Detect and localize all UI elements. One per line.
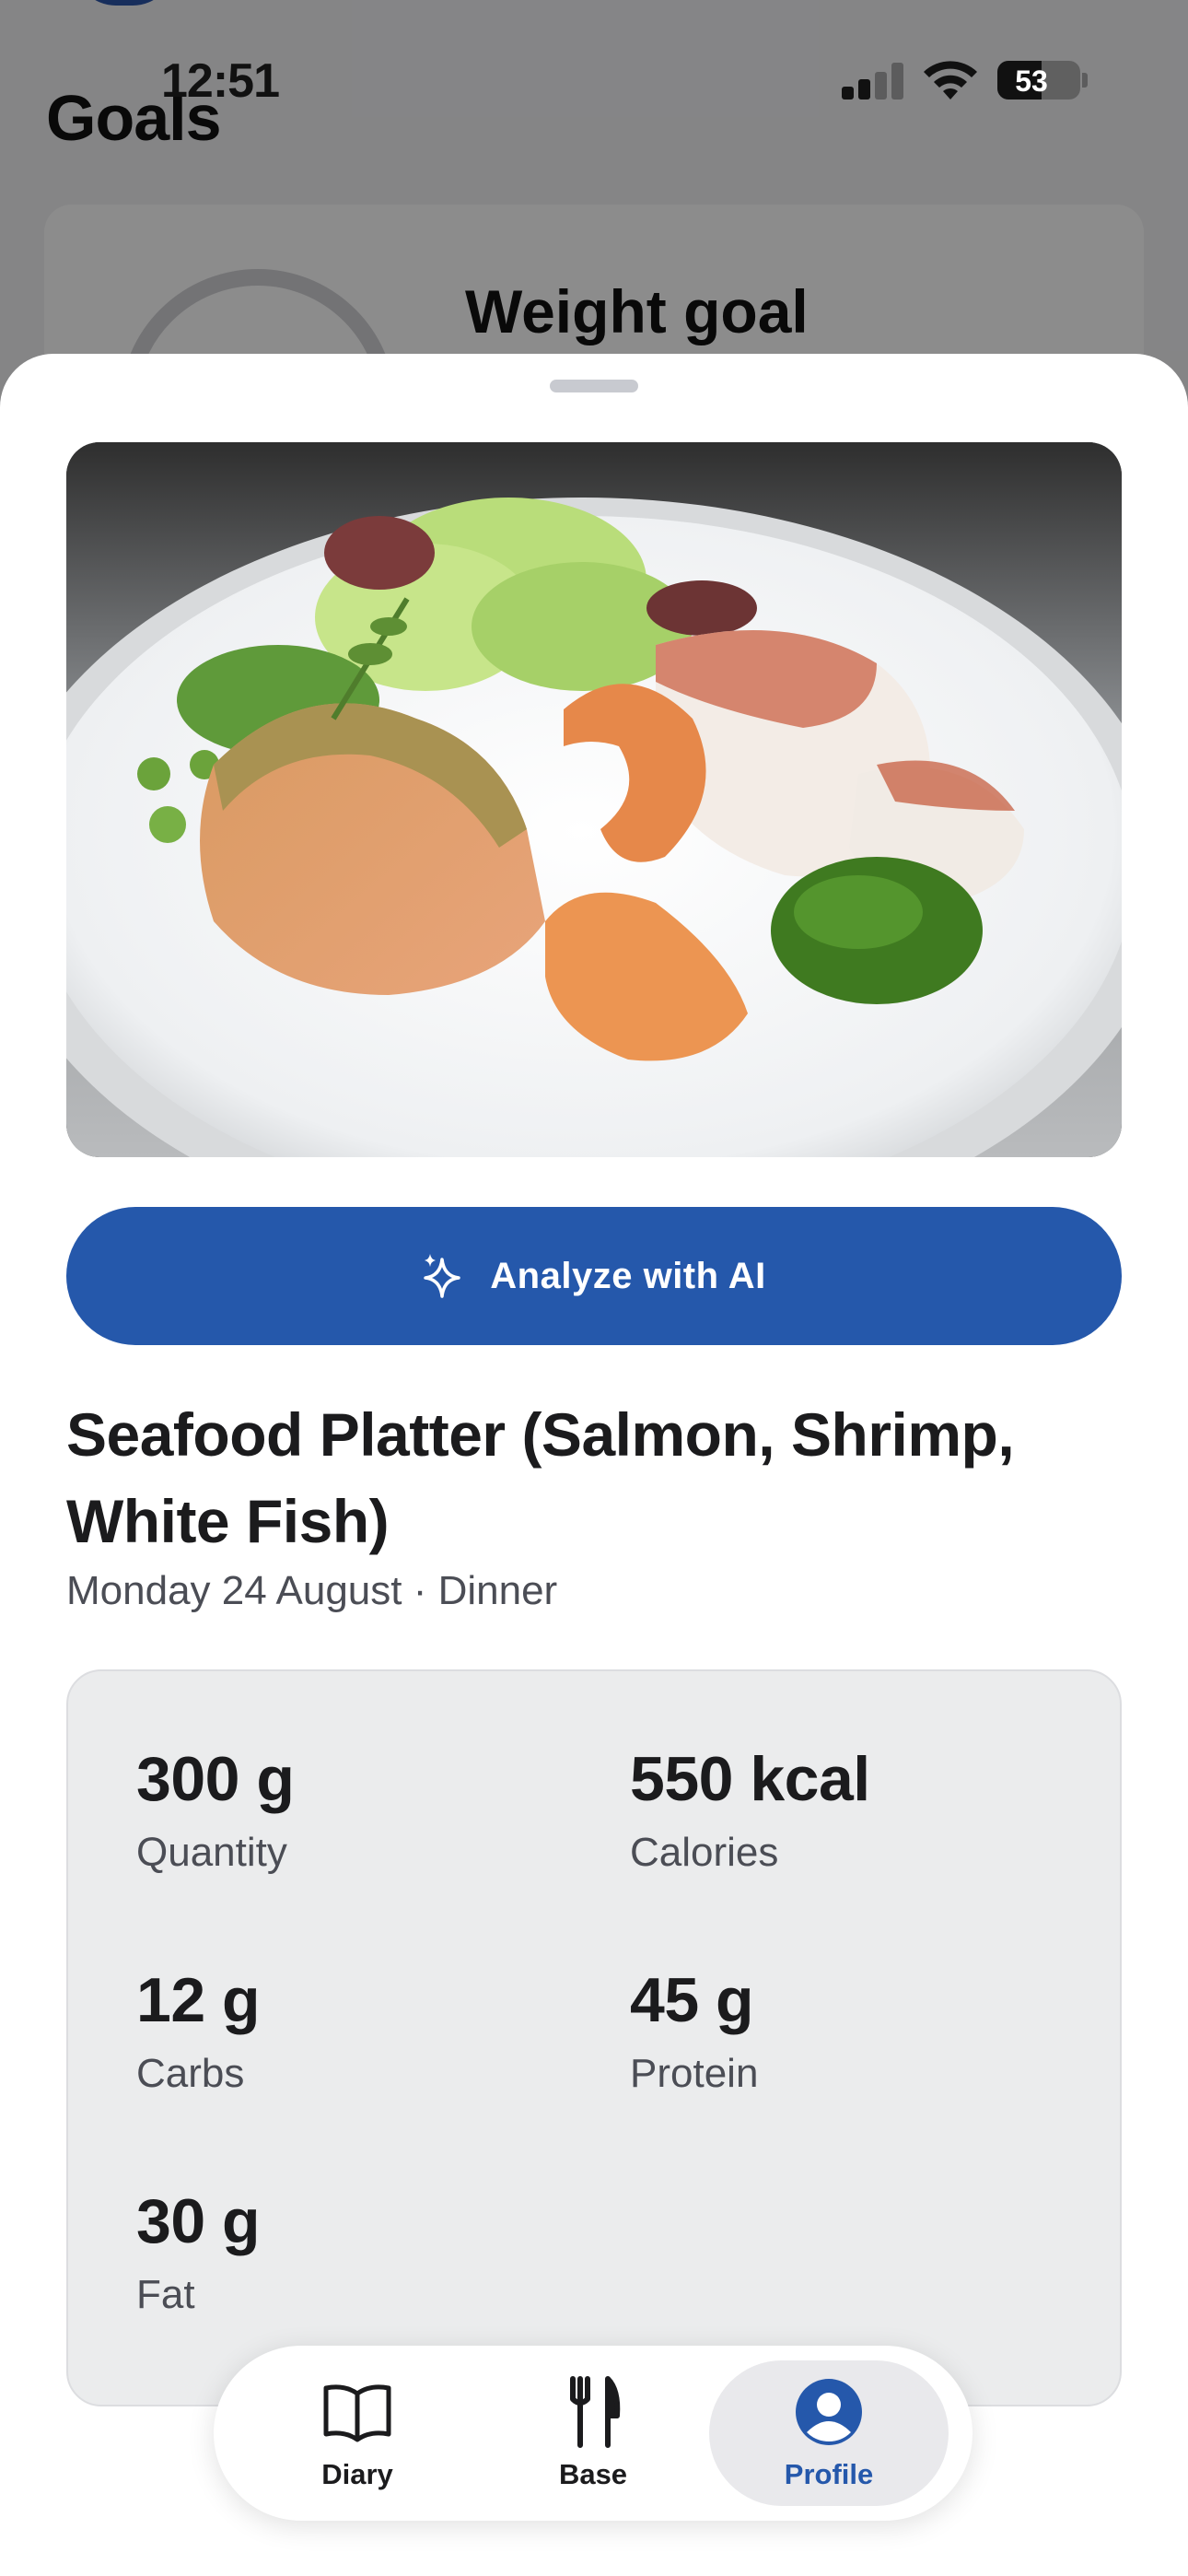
- status-bar: 12:51 53: [0, 0, 1188, 157]
- nutrition-label: Fat: [136, 2272, 195, 2317]
- nutrition-card: 300 g Quantity 550 kcal Calories 12 g Ca…: [66, 1669, 1122, 2406]
- profile-icon: [796, 2379, 862, 2445]
- food-photo: [66, 442, 1122, 1157]
- nutrition-label: Carbs: [136, 2051, 245, 2096]
- food-date-meal: Monday 24 August · Dinner: [66, 1568, 558, 1613]
- book-icon: [323, 2384, 391, 2442]
- nutrition-carbs: 12 g Carbs: [136, 1964, 261, 2097]
- nutrition-label: Quantity: [136, 1830, 287, 1875]
- food-title: Seafood Platter (Salmon, Shrimp, White F…: [66, 1400, 1015, 1555]
- tab-label: Profile: [784, 2458, 874, 2490]
- battery-level: 53: [1015, 64, 1048, 98]
- nutrition-value: 45 g: [630, 1965, 754, 2035]
- nutrition-value: 550 kcal: [630, 1744, 870, 1814]
- tab-bar: Diary Base Profile: [214, 2346, 973, 2521]
- nutrition-value: 30 g: [136, 2186, 261, 2256]
- battery-cap: [1082, 73, 1088, 88]
- tab-profile[interactable]: Profile: [709, 2360, 949, 2506]
- nutrition-label: Calories: [630, 1830, 779, 1875]
- tab-diary[interactable]: Diary: [238, 2360, 477, 2506]
- seafood-platter-photo: [66, 442, 1122, 1157]
- tab-label: Diary: [321, 2458, 393, 2490]
- nutrition-value: 12 g: [136, 1965, 261, 2035]
- nutrition-quantity: 300 g Quantity: [136, 1743, 295, 1876]
- fork-knife-icon: [570, 2376, 621, 2448]
- status-time: 12:51: [161, 54, 280, 108]
- nutrition-value: 300 g: [136, 1744, 295, 1814]
- nutrition-fat: 30 g Fat: [136, 2185, 261, 2318]
- sheet-grabber[interactable]: [550, 380, 638, 392]
- nutrition-label: Protein: [630, 2051, 759, 2096]
- tab-label: Base: [558, 2458, 628, 2490]
- nutrition-calories: 550 kcal Calories: [630, 1743, 870, 1876]
- analyze-with-ai-button[interactable]: Analyze with AI: [66, 1207, 1122, 1345]
- food-detail-sheet: Analyze with AI Seafood Platter (Salmon,…: [0, 354, 1188, 2576]
- wifi-icon: [924, 61, 977, 100]
- nutrition-protein: 45 g Protein: [630, 1964, 758, 2097]
- tab-base[interactable]: Base: [473, 2360, 713, 2506]
- analyze-button-label: Analyze with AI: [490, 1255, 766, 1296]
- sparkles-icon: [424, 1254, 461, 1298]
- cellular-signal-icon: [842, 63, 906, 100]
- battery-icon: 53: [997, 61, 1080, 100]
